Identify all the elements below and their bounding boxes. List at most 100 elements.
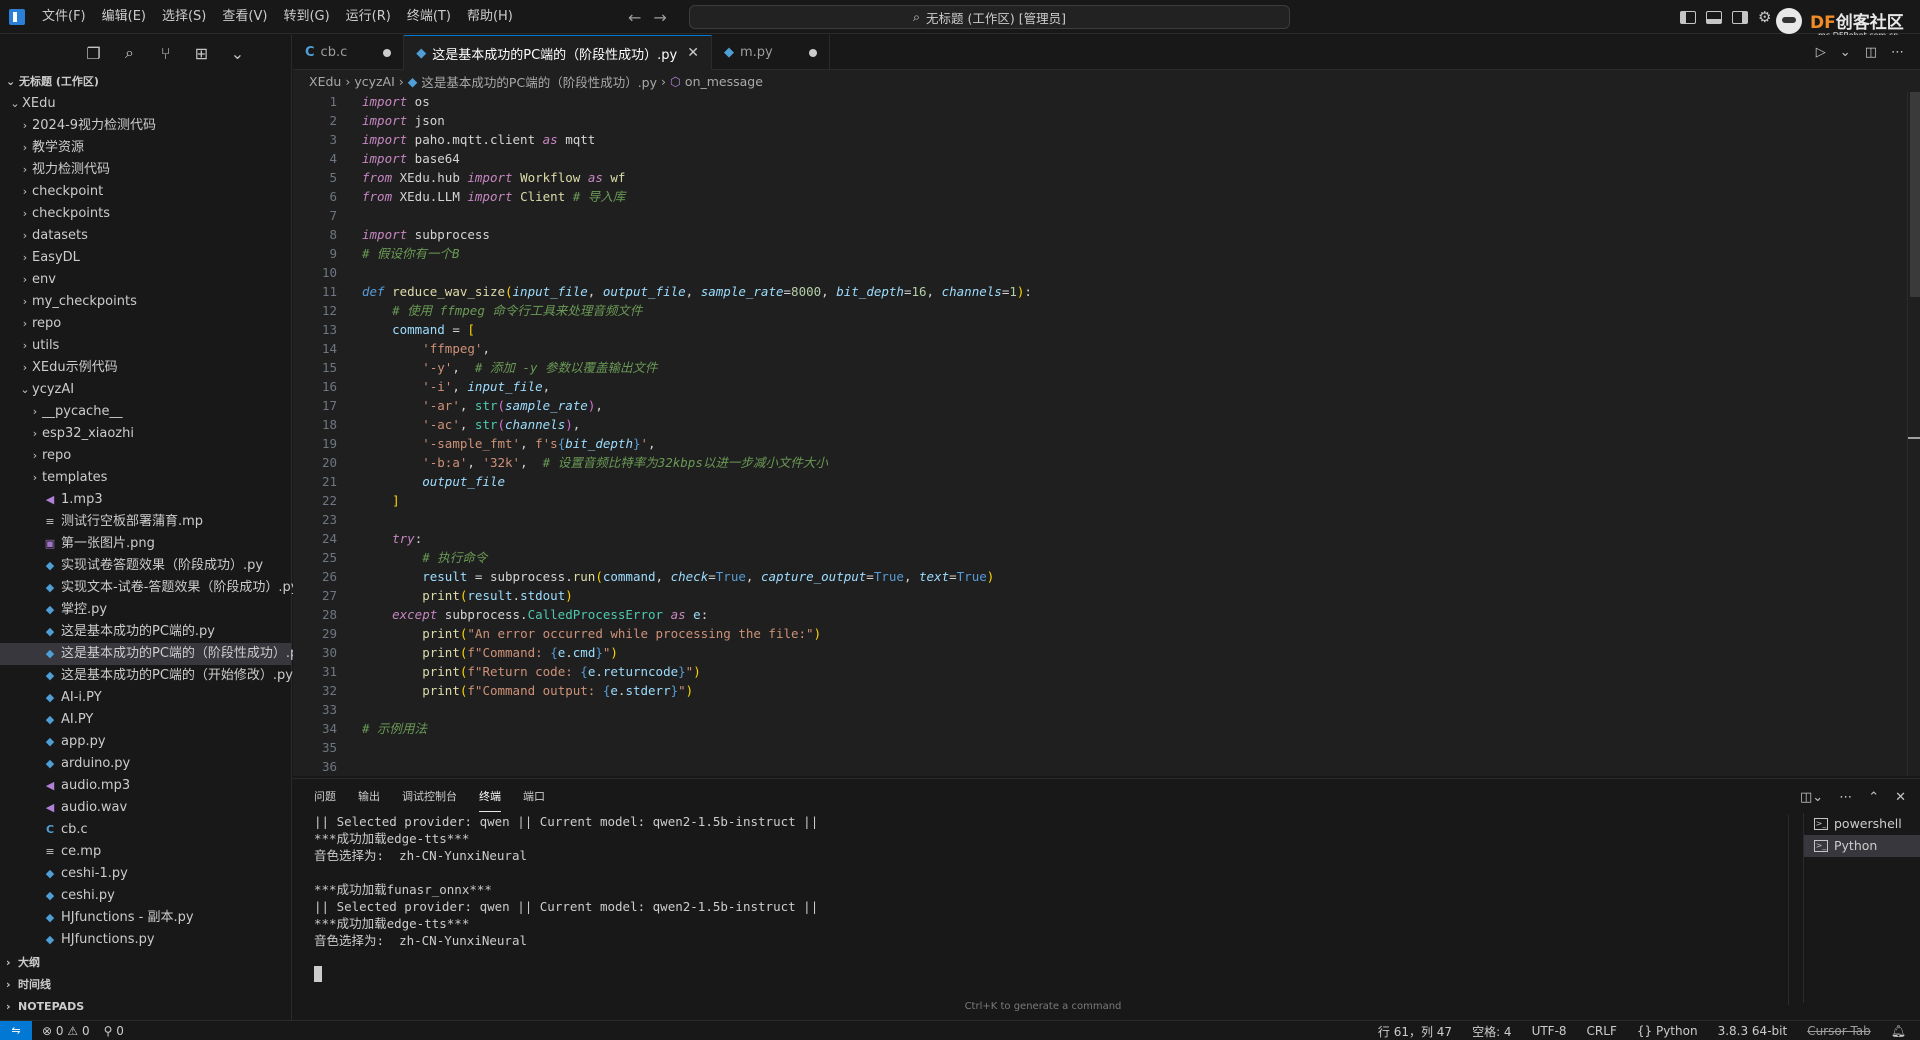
tab-active-file[interactable]: ◆ 这是基本成功的PC端的（阶段性成功）.py ✕ xyxy=(404,35,712,70)
tree-file[interactable]: ◆ 掌控.py xyxy=(0,599,291,621)
tree-file[interactable]: ◆ HJfunctions - 副本.py xyxy=(0,907,291,929)
remote-indicator-icon[interactable]: ⇋ xyxy=(0,1020,32,1040)
breadcrumb-item[interactable]: ycyzAI xyxy=(354,74,394,89)
cursor-position[interactable]: 行 61，列 47 xyxy=(1378,1023,1452,1040)
tree-file[interactable]: ≡ ce.mp xyxy=(0,841,291,863)
menu-file[interactable]: 文件(F) xyxy=(34,0,94,34)
encoding[interactable]: UTF-8 xyxy=(1532,1024,1567,1038)
tree-folder[interactable]: ⌄ ycyzAI xyxy=(0,379,291,401)
tree-folder[interactable]: › checkpoints xyxy=(0,203,291,225)
tree-file[interactable]: ◆ 实现试卷答题效果（阶段成功）.py xyxy=(0,555,291,577)
menu-go[interactable]: 转到(G) xyxy=(275,0,337,34)
language-mode[interactable]: {} Python xyxy=(1637,1024,1698,1038)
source-control-icon[interactable]: ⑂ xyxy=(157,44,175,63)
menu-help[interactable]: 帮助(H) xyxy=(459,0,521,34)
tab-terminal[interactable]: 终端 xyxy=(479,783,501,812)
tree-folder[interactable]: › checkpoint xyxy=(0,181,291,203)
tree-file[interactable]: ◆ 这是基本成功的PC端的（开始修改）.py xyxy=(0,665,293,687)
unsaved-dot-icon[interactable] xyxy=(808,48,817,57)
tree-file[interactable]: ◆ HJfunctions.py xyxy=(0,929,291,951)
menu-selection[interactable]: 选择(S) xyxy=(154,0,214,34)
code-editor[interactable]: 1 import os 2 import json 3 import paho.mqt… xyxy=(293,92,1907,776)
tree-file[interactable]: ◆ AI.PY xyxy=(0,709,291,731)
terminal-entry-powershell[interactable]: >_ powershell xyxy=(1804,813,1920,835)
ports-indicator[interactable]: ⚲ 0 xyxy=(104,1024,124,1038)
tree-folder[interactable]: › templates xyxy=(0,467,291,489)
tree-folder[interactable]: › 教学资源 xyxy=(0,137,291,159)
toggle-primary-sidebar-icon[interactable] xyxy=(1680,10,1696,24)
run-icon[interactable]: ▷ xyxy=(1816,45,1826,60)
split-terminal-icon[interactable]: ◫⌄ xyxy=(1800,790,1823,805)
menu-edit[interactable]: 编辑(E) xyxy=(94,0,154,34)
tree-folder[interactable]: › esp32_xiaozhi xyxy=(0,423,291,445)
tree-folder[interactable]: › 2024-9视力检测代码 xyxy=(0,115,291,137)
editor-scrollbar[interactable] xyxy=(1907,92,1920,776)
tree-file[interactable]: ◀ audio.mp3 xyxy=(0,775,291,797)
terminal-output[interactable]: || Selected provider: qwen || Current mo… xyxy=(314,813,1814,1003)
command-center-search[interactable]: ⌕ 无标题 (工作区) [管理员] xyxy=(689,5,1290,29)
tree-file[interactable]: ◆ 这是基本成功的PC端的.py xyxy=(0,621,291,643)
forward-arrow-icon[interactable]: → xyxy=(653,8,666,27)
tree-folder[interactable]: › datasets xyxy=(0,225,291,247)
tree-file[interactable]: ◆ ceshi.py xyxy=(0,885,291,907)
tab-debug-console[interactable]: 调试控制台 xyxy=(402,779,457,815)
tab-ports[interactable]: 端口 xyxy=(523,779,545,815)
cursor-tab-toggle[interactable]: Cursor Tab xyxy=(1807,1024,1871,1038)
search-icon[interactable]: ⌕ xyxy=(121,43,139,62)
tree-file[interactable]: ◀ audio.wav xyxy=(0,797,291,819)
toggle-secondary-sidebar-icon[interactable] xyxy=(1732,10,1748,24)
more-actions-icon[interactable]: ⋯ xyxy=(1839,790,1852,805)
toggle-panel-icon[interactable] xyxy=(1706,10,1722,24)
tree-file[interactable]: ◆ ceshi-1.py xyxy=(0,863,291,885)
section-outline[interactable]: › 大纲 xyxy=(0,952,292,974)
close-icon[interactable]: ✕ xyxy=(687,45,699,61)
tree-file[interactable]: ◆ 这是基本成功的PC端的（阶段性成功）.py xyxy=(0,643,306,665)
section-timeline[interactable]: › 时间线 xyxy=(0,974,292,996)
menu-view[interactable]: 查看(V) xyxy=(214,0,275,34)
tree-file[interactable]: ◀ 1.mp3 xyxy=(0,489,291,511)
tree-folder[interactable]: › repo xyxy=(0,313,291,335)
workspace-header[interactable]: ⌄ 无标题 (工作区) xyxy=(0,71,291,93)
menu-terminal[interactable]: 终端(T) xyxy=(399,0,459,34)
tab-output[interactable]: 输出 xyxy=(358,779,380,815)
tree-folder[interactable]: ⌄ XEdu xyxy=(0,93,291,115)
files-icon[interactable]: ❐ xyxy=(85,44,103,63)
split-editor-icon[interactable]: ◫ xyxy=(1865,45,1877,60)
close-icon[interactable]: ✕ xyxy=(1895,790,1906,805)
chevron-down-icon[interactable]: ⌄ xyxy=(229,44,247,63)
extensions-icon[interactable]: ⊞ xyxy=(193,44,211,63)
tab-m-py[interactable]: ◆ m.py xyxy=(712,35,830,70)
breadcrumb-item[interactable]: 这是基本成功的PC端的（阶段性成功）.py xyxy=(421,72,657,91)
tree-file[interactable]: Ccb.c xyxy=(0,819,291,841)
terminal-scrollbar[interactable] xyxy=(1788,815,1798,1005)
section-notepads[interactable]: › NOTEPADS xyxy=(0,996,292,1018)
terminal-entry-python[interactable]: >_ Python xyxy=(1804,835,1920,857)
tree-file[interactable]: ▣ 第一张图片.png xyxy=(0,533,291,555)
tree-file[interactable]: ◆ AI-i.PY xyxy=(0,687,291,709)
breadcrumb-item[interactable]: XEdu xyxy=(309,74,341,89)
tree-file[interactable]: ≡ 测试行空板部署蒲育.mp xyxy=(0,511,291,533)
tree-folder[interactable]: › XEdu示例代码 xyxy=(0,357,291,379)
tree-folder[interactable]: › repo xyxy=(0,445,291,467)
tree-folder[interactable]: › __pycache__ xyxy=(0,401,291,423)
python-interpreter[interactable]: 3.8.3 64-bit xyxy=(1718,1024,1788,1038)
tree-folder[interactable]: › my_checkpoints xyxy=(0,291,291,313)
breadcrumb-item[interactable]: on_message xyxy=(685,74,763,89)
chevron-down-icon[interactable]: ⌄ xyxy=(1840,45,1851,60)
bell-icon[interactable]: 🔔︎ xyxy=(1891,1024,1906,1038)
indentation[interactable]: 空格: 4 xyxy=(1472,1023,1512,1040)
tree-folder[interactable]: › EasyDL xyxy=(0,247,291,269)
tree-folder[interactable]: › 视力检测代码 xyxy=(0,159,291,181)
tree-file[interactable]: ◆ 实现文本-试卷-答题效果（阶段成功）.py xyxy=(0,577,299,599)
scrollbar-thumb[interactable] xyxy=(1910,92,1920,297)
tree-file[interactable]: ◆ app.py xyxy=(0,731,291,753)
tab-cb-c[interactable]: C cb.c xyxy=(293,35,405,70)
line-ending[interactable]: CRLF xyxy=(1587,1024,1617,1038)
tree-folder[interactable]: › env xyxy=(0,269,291,291)
unsaved-dot-icon[interactable] xyxy=(383,48,392,57)
problems-indicator[interactable]: ⊗ 0 ⚠ 0 xyxy=(42,1024,90,1038)
maximize-panel-icon[interactable]: ⌃ xyxy=(1868,790,1879,805)
tab-problems[interactable]: 问题 xyxy=(314,779,336,815)
tree-folder[interactable]: › utils xyxy=(0,335,291,357)
back-arrow-icon[interactable]: ← xyxy=(628,8,641,27)
